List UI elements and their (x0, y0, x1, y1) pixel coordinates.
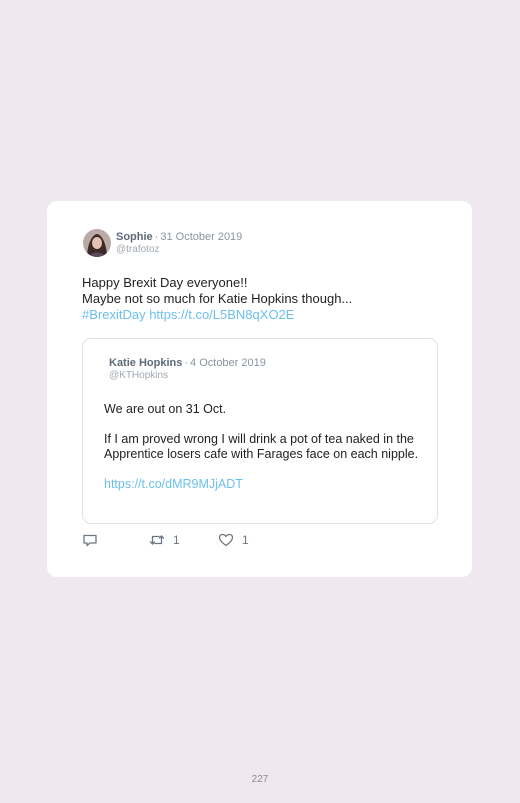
hashtag-link[interactable]: #BrexitDay (82, 307, 146, 322)
quoted-date[interactable]: 4 October 2019 (190, 357, 266, 369)
like-icon (218, 533, 234, 547)
quoted-author-name[interactable]: Katie Hopkins (109, 357, 182, 369)
quoted-author-handle[interactable]: @KTHopkins (109, 370, 168, 381)
tweet-line-2: Maybe not so much for Katie Hopkins thou… (82, 291, 353, 306)
quoted-author: Katie Hopkins · 4 October 2019 (109, 357, 266, 369)
tweet-actions: 1 1 (82, 532, 322, 550)
tweet-url-link[interactable]: https://t.co/L5BN8qXO2E (149, 307, 294, 322)
quoted-tweet[interactable]: Katie Hopkins · 4 October 2019 @KTHopkins … (82, 338, 438, 524)
tweet-line-1: Happy Brexit Day everyone!! (82, 275, 248, 290)
quoted-text: We are out on 31 Oct. If I am proved wro… (104, 402, 424, 507)
retweet-icon (149, 535, 165, 545)
tweet-author: Sophie · 31 October 2019 (116, 231, 243, 243)
page-number: 227 (251, 774, 269, 785)
tweet-text: Happy Brexit Day everyone!! Maybe not so… (82, 275, 452, 323)
tweet-date[interactable]: 31 October 2019 (160, 231, 242, 243)
author-name[interactable]: Sophie (116, 231, 153, 243)
like-button[interactable]: 1 (218, 532, 249, 548)
tweet-card: Sophie · 31 October 2019 @trafotoz Happy B… (47, 201, 472, 577)
author-handle[interactable]: @trafotoz (116, 244, 160, 255)
retweet-button[interactable]: 1 (149, 532, 180, 548)
quoted-paragraph-1: We are out on 31 Oct. (104, 402, 227, 416)
like-count: 1 (242, 533, 249, 547)
retweet-count: 1 (173, 533, 180, 547)
reply-icon (83, 534, 97, 547)
avatar[interactable] (83, 229, 111, 257)
quoted-url-link[interactable]: https://t.co/dMR9MJjADT (104, 477, 243, 491)
reply-button[interactable] (82, 532, 98, 548)
quoted-paragraph-2: If I am proved wrong I will drink a pot … (104, 432, 419, 461)
